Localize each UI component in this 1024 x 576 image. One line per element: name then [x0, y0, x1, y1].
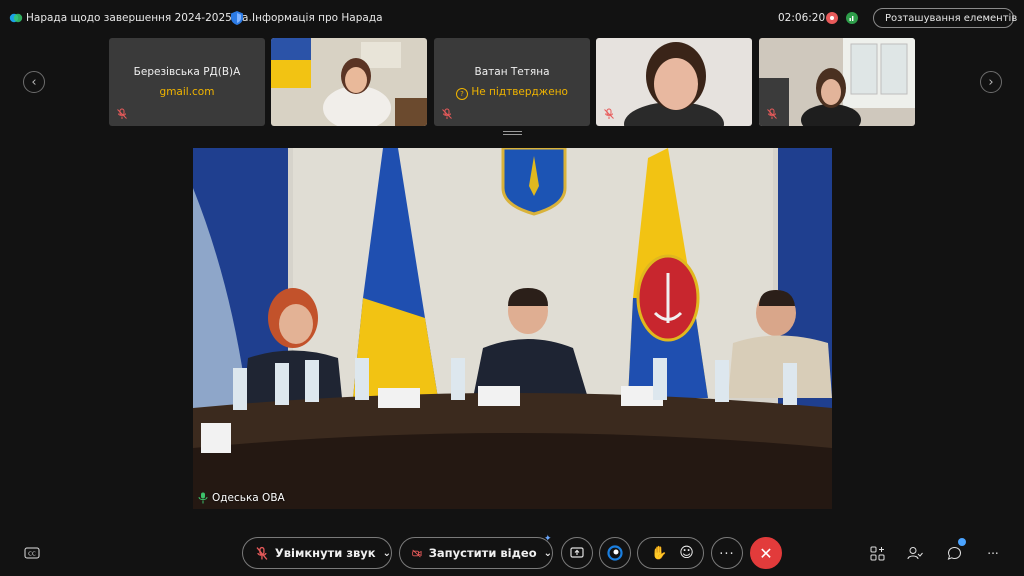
participant-email: gmail.com	[159, 86, 215, 98]
unmute-button-label: Увімкнути звук	[274, 546, 376, 560]
meeting-timer: 02:06:20	[778, 12, 826, 24]
conference-room-video	[193, 148, 832, 509]
participant-name: Березівська РД(В)А	[133, 66, 241, 78]
mic-muted-icon	[604, 108, 614, 119]
participants-button[interactable]	[906, 544, 924, 562]
participant-video-tile[interactable]	[271, 38, 427, 126]
layout-button-label: Розташування елементів	[885, 12, 1018, 24]
participant-video	[759, 38, 915, 126]
participant-status-label: Не підтверджено	[471, 86, 568, 98]
webex-logo-icon	[9, 13, 23, 23]
layout-button[interactable]: Розташування елементів	[873, 8, 1018, 28]
mic-active-icon	[198, 492, 208, 504]
question-circle-icon: ?	[456, 88, 468, 100]
recording-icon[interactable]	[826, 12, 838, 24]
ai-assistant-button[interactable]	[599, 537, 631, 569]
chevron-down-icon[interactable]: ⌄	[383, 548, 391, 559]
apps-button[interactable]	[868, 544, 886, 562]
reactions-group[interactable]: ✋ ☺	[637, 537, 704, 569]
more-panels-button[interactable]: ...	[984, 543, 1002, 562]
more-dots-icon: ...	[719, 542, 735, 558]
mic-muted-icon	[442, 108, 452, 119]
start-video-button-label: Запустити відео	[428, 546, 537, 560]
participant-tile[interactable]: Ватан Тетяна ? Не підтверджено	[434, 38, 590, 126]
notification-dot	[958, 538, 966, 546]
sparkle-icon: ✦	[544, 534, 552, 544]
camera-off-icon	[412, 549, 422, 557]
mic-muted-icon	[256, 546, 268, 560]
chat-bubble-icon	[947, 546, 961, 560]
participants-icon	[907, 546, 923, 559]
captions-button[interactable]: CC	[23, 544, 41, 562]
chat-button[interactable]	[945, 538, 966, 562]
filmstrip-next-button[interactable]: ›	[980, 71, 1002, 93]
filmstrip-prev-button[interactable]: ‹	[23, 71, 45, 93]
close-icon: ✕	[759, 543, 773, 563]
shield-icon[interactable]	[230, 10, 244, 26]
network-signal-icon[interactable]	[846, 12, 858, 24]
meeting-title[interactable]: Нарада щодо завершення 2024-2025 на...	[26, 12, 258, 24]
assistant-icon	[607, 545, 623, 561]
chevron-right-icon: ›	[988, 74, 994, 90]
mic-muted-icon	[117, 108, 127, 119]
emoji-reaction-icon[interactable]: ☺	[679, 545, 694, 561]
chevron-left-icon: ‹	[31, 74, 37, 90]
top-bar: Нарада щодо завершення 2024-2025 на... І…	[0, 0, 1024, 36]
share-screen-icon	[570, 547, 584, 558]
participant-name: Ватан Тетяна	[474, 66, 550, 78]
mic-muted-icon	[767, 108, 777, 119]
start-video-button[interactable]: Запустити відео ⌄	[399, 537, 553, 569]
chevron-down-icon[interactable]: ⌄	[544, 548, 552, 559]
main-video[interactable]	[193, 148, 832, 509]
resize-handle[interactable]	[503, 131, 522, 135]
participant-status: ? Не підтверджено	[434, 86, 590, 100]
participant-video-tile[interactable]	[596, 38, 752, 126]
apps-grid-icon	[870, 546, 884, 560]
participant-tile[interactable]: Березівська РД(В)А gmail.com	[109, 38, 265, 126]
share-button[interactable]	[561, 537, 593, 569]
participant-video	[596, 38, 752, 126]
active-speaker-label: Одеська ОВА	[198, 492, 285, 504]
participant-video-tile[interactable]	[759, 38, 915, 126]
meeting-info-label[interactable]: Інформація про Нарада	[252, 12, 383, 24]
active-speaker-name: Одеська ОВА	[212, 492, 285, 504]
raise-hand-icon[interactable]: ✋	[651, 546, 667, 561]
more-options-button[interactable]: ...	[711, 537, 743, 569]
more-dots-icon: ...	[987, 543, 999, 557]
closed-captions-icon: CC	[24, 547, 40, 559]
unmute-button[interactable]: Увімкнути звук ⌄	[242, 537, 392, 569]
leave-meeting-button[interactable]: ✕	[750, 537, 782, 569]
participant-video	[271, 38, 427, 126]
svg-text:CC: CC	[28, 552, 36, 558]
